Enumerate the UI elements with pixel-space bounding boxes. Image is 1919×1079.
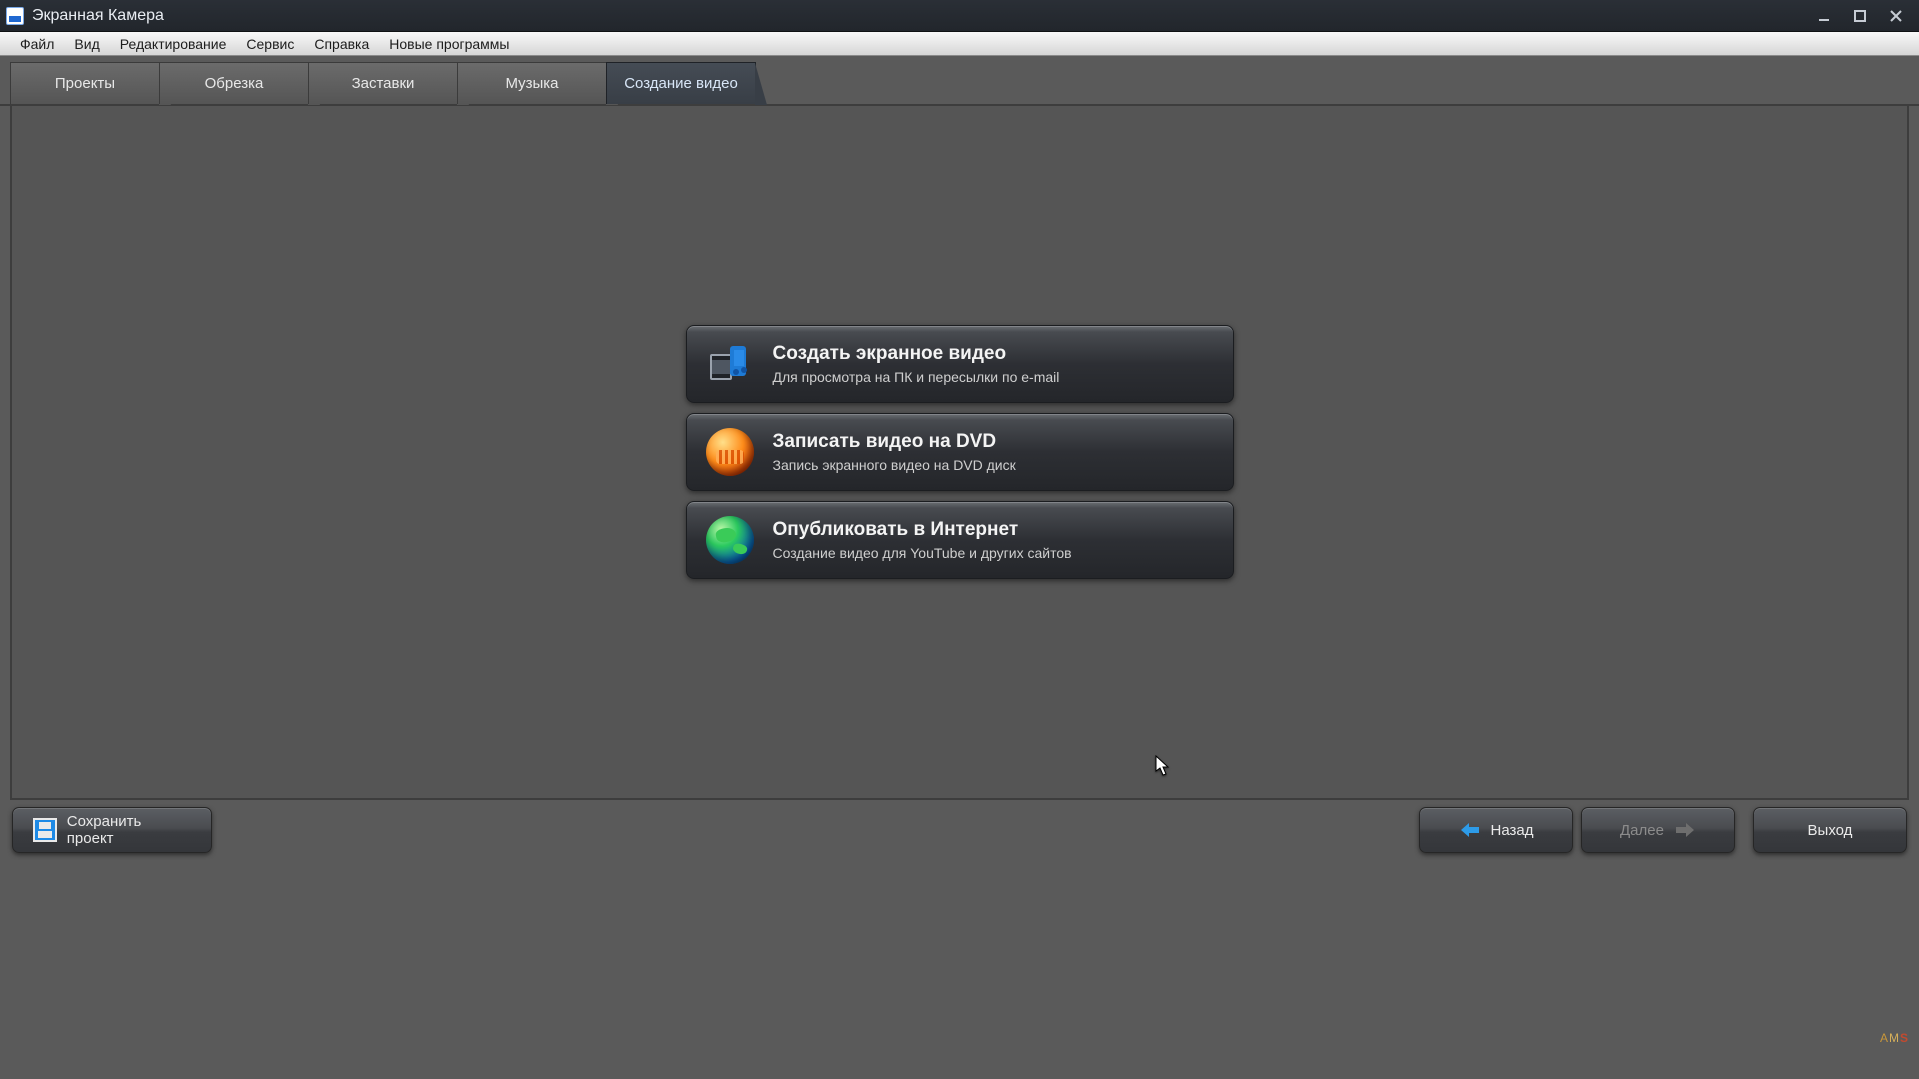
tab-strip: Проекты Обрезка Заставки Музыка Создание…: [0, 56, 1919, 106]
option-title: Опубликовать в Интернет: [773, 519, 1072, 541]
tab-label: Заставки: [352, 75, 415, 92]
minimize-button[interactable]: [1813, 7, 1835, 25]
tab-label: Обрезка: [205, 75, 264, 92]
window-controls: [1813, 7, 1907, 25]
dvd-disc-icon: [705, 427, 755, 477]
tab-create-video[interactable]: Создание видео: [606, 62, 756, 104]
tab-label: Создание видео: [624, 75, 738, 92]
menu-bar: Файл Вид Редактирование Сервис Справка Н…: [0, 32, 1919, 56]
menu-file[interactable]: Файл: [10, 34, 64, 54]
arrow-left-icon: [1459, 821, 1481, 839]
menu-edit[interactable]: Редактирование: [110, 34, 237, 54]
tab-trim[interactable]: Обрезка: [159, 62, 309, 104]
brand-logo: AMS: [1880, 1031, 1909, 1045]
option-text: Записать видео на DVD Запись экранного в…: [773, 431, 1016, 473]
option-list: Создать экранное видео Для просмотра на …: [686, 325, 1234, 579]
tab-label: Проекты: [55, 75, 115, 92]
exit-label: Выход: [1808, 822, 1853, 839]
content-panel: Создать экранное видео Для просмотра на …: [10, 106, 1909, 800]
film-music-icon: [705, 339, 755, 389]
close-icon: [1889, 9, 1903, 23]
maximize-icon: [1853, 9, 1867, 23]
option-text: Создать экранное видео Для просмотра на …: [773, 343, 1060, 385]
option-subtitle: Для просмотра на ПК и пересылки по e-mai…: [773, 369, 1060, 385]
arrow-right-icon: [1674, 821, 1696, 839]
tab-music[interactable]: Музыка: [457, 62, 607, 104]
globe-icon: [705, 515, 755, 565]
minimize-icon: [1817, 9, 1831, 23]
option-burn-dvd[interactable]: Записать видео на DVD Запись экранного в…: [686, 413, 1234, 491]
option-publish-internet[interactable]: Опубликовать в Интернет Создание видео д…: [686, 501, 1234, 579]
tab-projects[interactable]: Проекты: [10, 62, 160, 104]
exit-button[interactable]: Выход: [1753, 807, 1907, 853]
save-project-label: Сохранить проект: [67, 813, 191, 847]
menu-new-programs[interactable]: Новые программы: [379, 34, 519, 54]
menu-service[interactable]: Сервис: [236, 34, 304, 54]
menu-help[interactable]: Справка: [304, 34, 379, 54]
back-button[interactable]: Назад: [1419, 807, 1573, 853]
floppy-disk-icon: [33, 818, 57, 842]
save-project-button[interactable]: Сохранить проект: [12, 807, 212, 853]
next-button[interactable]: Далее: [1581, 807, 1735, 853]
option-text: Опубликовать в Интернет Создание видео д…: [773, 519, 1072, 561]
window-title: Экранная Камера: [32, 7, 1813, 25]
tab-intros[interactable]: Заставки: [308, 62, 458, 104]
footer-bar: Сохранить проект Назад Далее Выход: [0, 800, 1919, 860]
app-icon: [6, 7, 24, 25]
next-label: Далее: [1620, 822, 1664, 839]
option-title: Записать видео на DVD: [773, 431, 1016, 453]
maximize-button[interactable]: [1849, 7, 1871, 25]
tab-label: Музыка: [505, 75, 558, 92]
option-title: Создать экранное видео: [773, 343, 1060, 365]
close-button[interactable]: [1885, 7, 1907, 25]
menu-view[interactable]: Вид: [64, 34, 109, 54]
option-subtitle: Создание видео для YouTube и других сайт…: [773, 545, 1072, 561]
option-create-screen-video[interactable]: Создать экранное видео Для просмотра на …: [686, 325, 1234, 403]
option-subtitle: Запись экранного видео на DVD диск: [773, 457, 1016, 473]
title-bar: Экранная Камера: [0, 0, 1919, 32]
back-label: Назад: [1491, 822, 1534, 839]
